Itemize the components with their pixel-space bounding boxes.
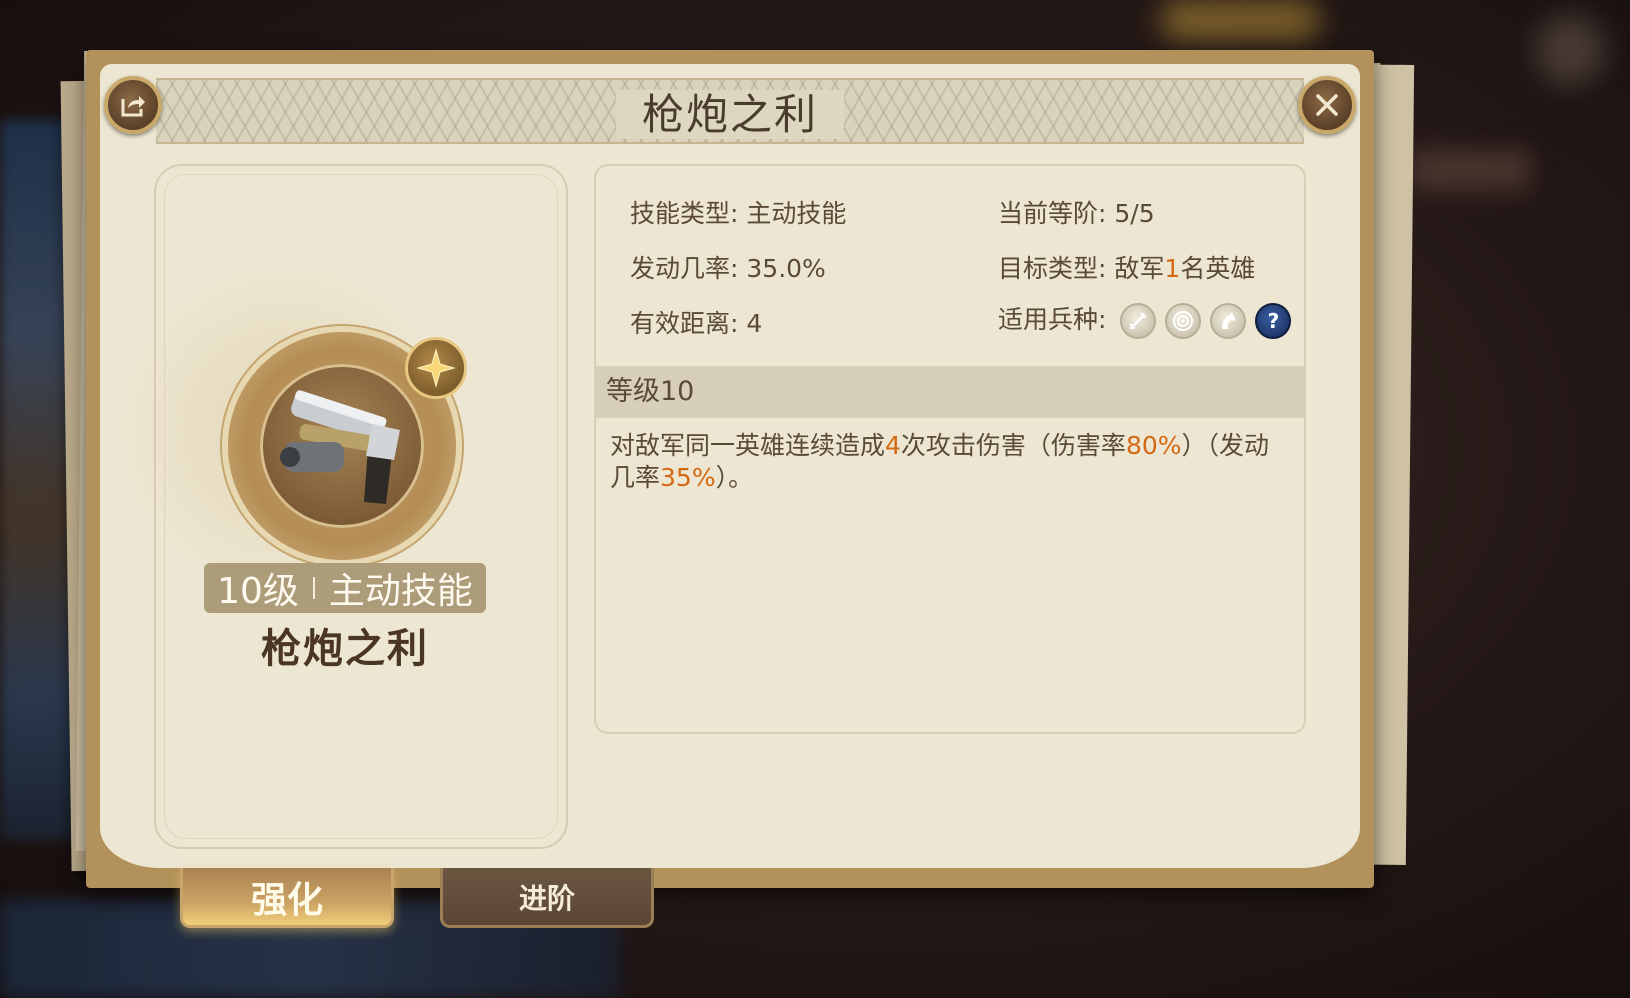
current-rank-value: 5/5 — [1114, 199, 1155, 228]
tab-advance-label: 进阶 — [518, 881, 575, 915]
share-button[interactable] — [104, 76, 162, 134]
sword-icon[interactable] — [1120, 303, 1157, 339]
horse-icon[interactable] — [1210, 303, 1247, 339]
units-label: 适用兵种: — [998, 305, 1107, 334]
target-type-value: 敌军1名英雄 — [1114, 254, 1255, 283]
background-right-blob — [1410, 150, 1530, 190]
grade-label: 等级10 — [606, 376, 695, 407]
share-icon — [121, 96, 145, 117]
skill-level-tag: 10级 主动技能 — [204, 563, 486, 613]
skill-type-tag: 主动技能 — [328, 571, 473, 612]
skill-type-label: 技能类型: — [630, 199, 739, 228]
close-icon — [1316, 94, 1338, 116]
skill-description: 对敌军同一英雄连续造成4次攻击伤害（伤害率80%）（发动几率35%）。 — [610, 430, 1290, 494]
skill-type-value: 主动技能 — [746, 199, 847, 228]
target-type-count: 1 — [1164, 254, 1181, 283]
desc-part-1: 对敌军同一英雄连续造成 — [610, 431, 886, 460]
grade-bar: 等级10 — [594, 366, 1306, 418]
dialog-title-text: 枪炮之利 — [615, 90, 844, 139]
applicable-units-row: 适用兵种: ? — [998, 300, 1292, 339]
skill-emblem[interactable] — [260, 364, 424, 528]
trigger-rate-value: 35.0% — [746, 254, 826, 283]
pistol-icon — [280, 390, 400, 504]
star-icon — [416, 348, 456, 388]
skill-type-row: 技能类型: 主动技能 — [630, 194, 846, 230]
dialog-title: 枪炮之利 — [100, 84, 1360, 146]
tab-enhance[interactable]: 强化 — [180, 868, 394, 928]
skill-level: 10级 — [217, 571, 299, 612]
current-rank-row: 当前等阶: 5/5 — [998, 194, 1155, 230]
unit-icons: ? — [1120, 303, 1292, 339]
target-type-suffix: 名英雄 — [1180, 254, 1256, 283]
target-icon[interactable] — [1165, 303, 1202, 339]
trigger-rate-row: 发动几率: 35.0% — [630, 249, 826, 285]
desc-damage-rate: 80% — [1125, 431, 1182, 460]
level-separator — [312, 577, 315, 599]
close-button[interactable] — [1298, 76, 1356, 134]
range-row: 有效距离: 4 — [630, 304, 762, 340]
background-right-icon — [1535, 15, 1605, 85]
tab-enhance-label: 强化 — [250, 879, 323, 921]
target-type-row: 目标类型: 敌军1名英雄 — [998, 249, 1255, 285]
desc-hits: 4 — [885, 431, 901, 460]
desc-trigger-rate: 35% — [660, 463, 716, 492]
range-value: 4 — [746, 309, 763, 338]
star-badge — [405, 337, 467, 399]
skill-name: 枪炮之利 — [261, 626, 429, 672]
range-label: 有效距离: — [630, 309, 739, 338]
help-icon[interactable]: ? — [1255, 303, 1292, 339]
background-top-glow — [1160, 0, 1320, 40]
desc-part-2: 次攻击伤害（伤害率 — [900, 431, 1126, 460]
trigger-rate-label: 发动几率: — [630, 254, 739, 283]
target-type-label: 目标类型: — [998, 254, 1107, 283]
current-rank-label: 当前等阶: — [998, 199, 1107, 228]
target-type-prefix: 敌军 — [1114, 254, 1165, 283]
desc-part-4: ）。 — [715, 463, 754, 492]
tab-advance[interactable]: 进阶 — [440, 868, 654, 928]
